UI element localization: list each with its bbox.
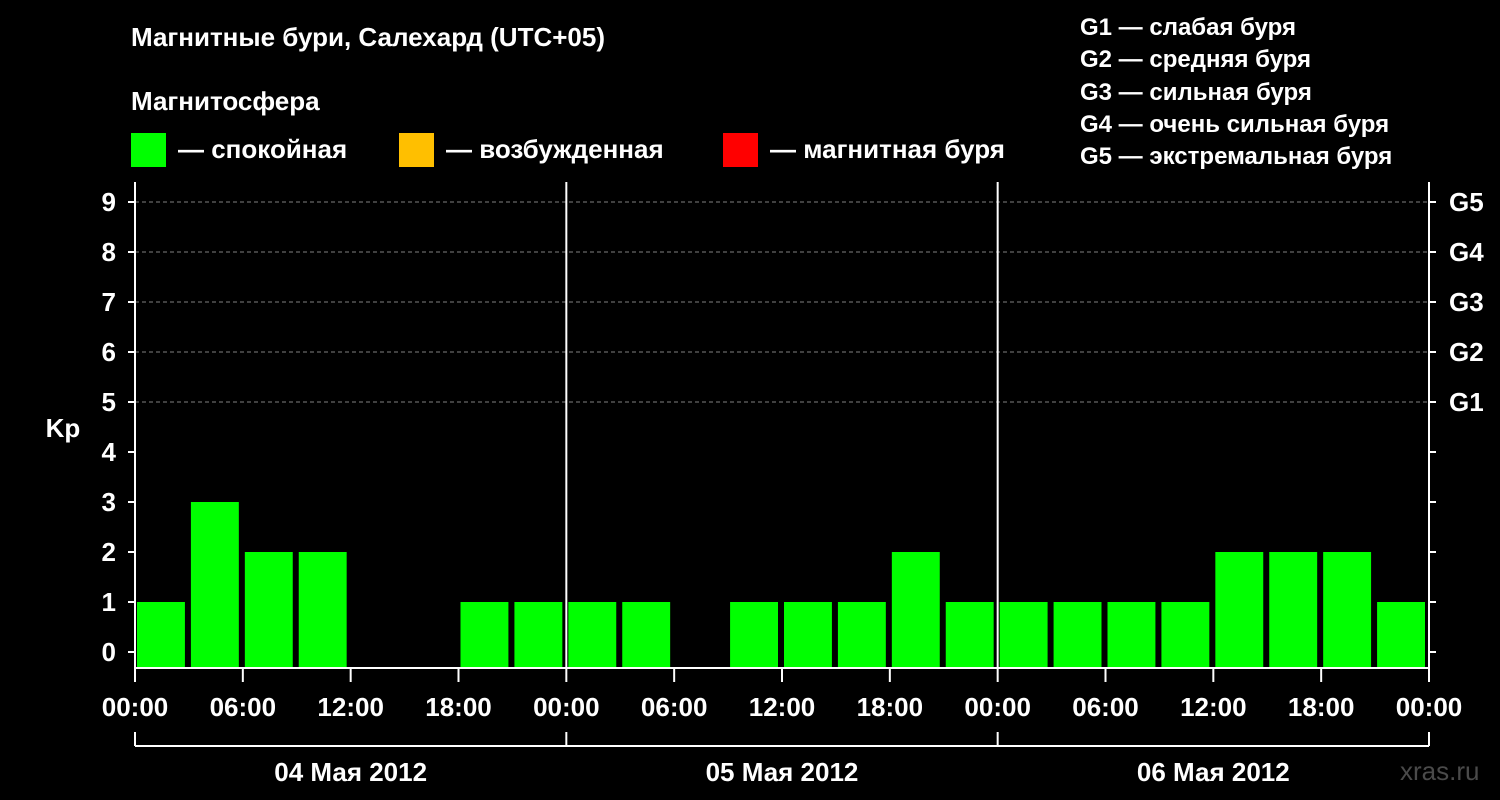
kp-bar bbox=[1161, 602, 1210, 668]
y-axis-label: Kp bbox=[46, 413, 81, 443]
kp-bar bbox=[137, 602, 185, 668]
kp-bar bbox=[298, 552, 347, 668]
y-tick-label: 2 bbox=[102, 537, 116, 567]
kp-bar bbox=[1215, 552, 1264, 668]
kp-bar bbox=[1269, 552, 1318, 668]
g-tick-label: G4 bbox=[1449, 237, 1484, 267]
x-tick-label: 12:00 bbox=[749, 692, 816, 722]
day-label: 06 Мая 2012 bbox=[1137, 757, 1290, 787]
x-tick-label: 00:00 bbox=[102, 692, 169, 722]
y-tick-label: 6 bbox=[102, 337, 116, 367]
x-tick-label: 06:00 bbox=[210, 692, 277, 722]
kp-bar bbox=[945, 602, 994, 668]
kp-bar bbox=[1377, 602, 1425, 668]
g-tick-label: G5 bbox=[1449, 187, 1484, 217]
kp-bar bbox=[837, 602, 886, 668]
g-tick-label: G2 bbox=[1449, 337, 1484, 367]
kp-bar bbox=[999, 602, 1048, 668]
x-tick-label: 18:00 bbox=[1288, 692, 1355, 722]
kp-bar bbox=[622, 602, 671, 668]
kp-bar bbox=[1107, 602, 1156, 668]
kp-bar bbox=[460, 602, 509, 668]
x-tick-label: 06:00 bbox=[1072, 692, 1139, 722]
y-tick-label: 3 bbox=[102, 487, 116, 517]
x-tick-label: 12:00 bbox=[317, 692, 384, 722]
kp-bar bbox=[784, 602, 832, 668]
y-tick-label: 8 bbox=[102, 237, 116, 267]
g-tick-label: G1 bbox=[1449, 387, 1484, 417]
kp-bar-chart: 0 1 2 3 4 5 6 7 8 9 G1 G2 G3 G4 G5 Kp 00:00 06:00 12:00 18:… bbox=[46, 182, 1484, 787]
g-tick-label: G3 bbox=[1449, 287, 1484, 317]
y-tick-label: 4 bbox=[102, 437, 117, 467]
y-tick-label: 0 bbox=[102, 637, 116, 667]
y-tick-label: 7 bbox=[102, 287, 116, 317]
kp-bar bbox=[891, 552, 940, 668]
kp-bar bbox=[190, 502, 239, 668]
kp-bar bbox=[514, 602, 563, 668]
day-label: 05 Мая 2012 bbox=[706, 757, 859, 787]
x-tick-label: 12:00 bbox=[1180, 692, 1247, 722]
x-tick-label: 18:00 bbox=[857, 692, 924, 722]
x-tick-label: 18:00 bbox=[425, 692, 492, 722]
brand-watermark: xras.ru bbox=[1400, 756, 1480, 786]
kp-bar bbox=[244, 552, 293, 668]
y-tick-label: 1 bbox=[102, 587, 116, 617]
kp-bar bbox=[1053, 602, 1102, 668]
x-tick-label: 06:00 bbox=[641, 692, 708, 722]
x-tick-label: 00:00 bbox=[533, 692, 600, 722]
y-tick-label: 5 bbox=[102, 387, 116, 417]
kp-bar bbox=[730, 602, 778, 668]
day-label: 04 Мая 2012 bbox=[274, 757, 427, 787]
y-tick-label: 9 bbox=[102, 187, 116, 217]
kp-bar bbox=[1323, 552, 1372, 668]
x-tick-label: 00:00 bbox=[964, 692, 1031, 722]
kp-bar bbox=[568, 602, 617, 668]
x-tick-label: 00:00 bbox=[1396, 692, 1463, 722]
